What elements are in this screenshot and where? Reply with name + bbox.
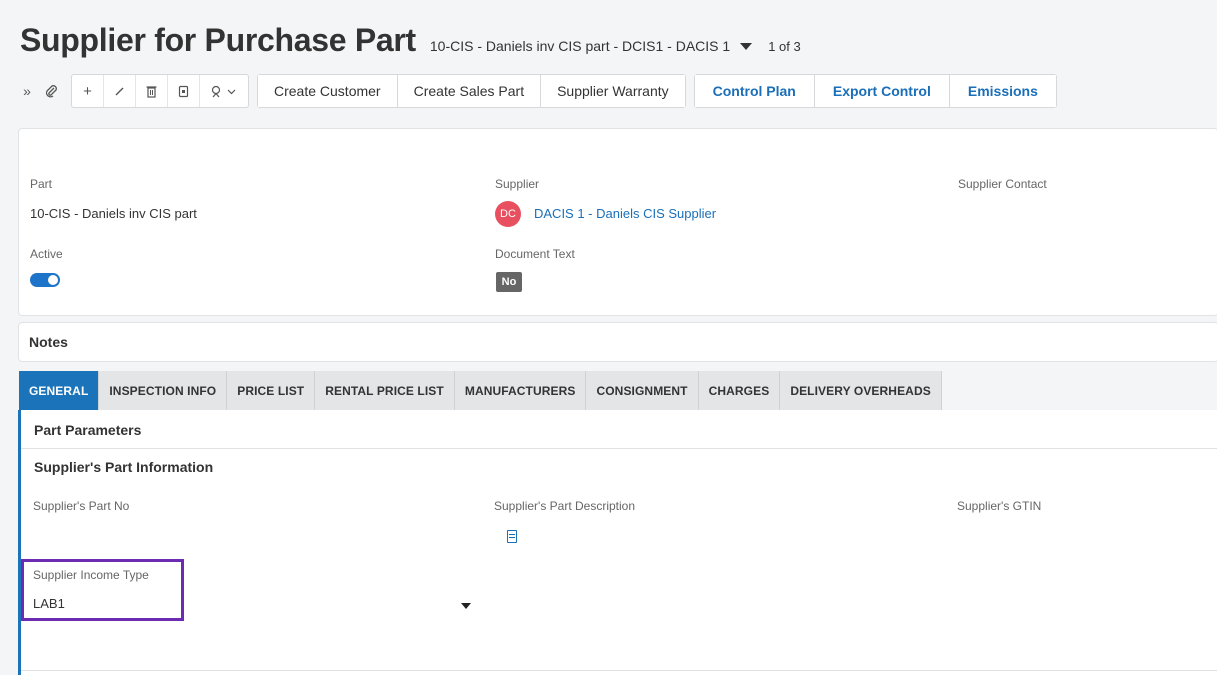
page-header: Supplier for Purchase Part 10-CIS - Dani…	[20, 22, 801, 59]
part-label: Part	[30, 177, 53, 191]
divider	[21, 670, 1217, 671]
document-icon[interactable]	[507, 530, 517, 543]
record-selector-label: 10-CIS - Daniels inv CIS part - DCIS1 - …	[429, 38, 731, 54]
navigation-links: Control Plan Export Control Emissions	[693, 74, 1057, 108]
page-title: Supplier for Purchase Part	[20, 22, 416, 58]
general-panel: Part Parameters Supplier's Part Informat…	[18, 410, 1217, 675]
tab-bar: GENERAL INSPECTION INFO PRICE LIST RENTA…	[19, 371, 942, 410]
active-label: Active	[30, 247, 63, 261]
record-count: 1 of 3	[768, 39, 801, 54]
attachment-icon[interactable]	[39, 75, 63, 107]
record-selector[interactable]: 10-CIS - Daniels inv CIS part - DCIS1 - …	[429, 38, 753, 54]
create-customer-button[interactable]: Create Customer	[258, 75, 398, 107]
export-control-link[interactable]: Export Control	[814, 75, 950, 107]
control-plan-link[interactable]: Control Plan	[694, 75, 815, 107]
notes-section[interactable]: Notes	[18, 322, 1217, 362]
tab-general[interactable]: GENERAL	[19, 371, 100, 410]
suppliers-part-description-label: Supplier's Part Description	[494, 499, 636, 513]
suppliers-part-info-heading[interactable]: Supplier's Part Information	[34, 459, 213, 475]
active-toggle[interactable]	[30, 273, 60, 287]
expand-icon[interactable]: »	[15, 75, 39, 107]
supplier-warranty-button[interactable]: Supplier Warranty	[541, 75, 685, 107]
tab-inspection-info[interactable]: INSPECTION INFO	[99, 371, 228, 410]
duplicate-icon[interactable]	[168, 75, 200, 107]
part-parameters-heading[interactable]: Part Parameters	[34, 422, 141, 438]
document-text-badge: No	[496, 272, 522, 292]
suppliers-part-no-label: Supplier's Part No	[33, 499, 130, 513]
command-group: Create Customer Create Sales Part Suppli…	[257, 74, 686, 108]
tab-manufacturers[interactable]: MANUFACTURERS	[455, 371, 587, 410]
document-text-label: Document Text	[495, 247, 575, 261]
notes-title: Notes	[29, 334, 68, 350]
tab-price-list[interactable]: PRICE LIST	[227, 371, 316, 410]
delete-icon[interactable]	[136, 75, 168, 107]
divider	[21, 448, 1217, 449]
tab-consignment[interactable]: CONSIGNMENT	[586, 371, 699, 410]
toolbar: » + Create Customer Create Sales Part Su…	[15, 74, 1057, 108]
edit-icon[interactable]	[104, 75, 136, 107]
create-sales-part-button[interactable]: Create Sales Part	[397, 75, 542, 107]
chevron-down-icon[interactable]	[740, 42, 753, 50]
supplier-label: Supplier	[495, 177, 540, 191]
tab-charges[interactable]: CHARGES	[699, 371, 781, 410]
highlight-box	[21, 559, 184, 621]
details-card: Part 10-CIS - Daniels inv CIS part Suppl…	[18, 128, 1217, 316]
record-actions: +	[71, 74, 249, 108]
supplier-link[interactable]: DACIS 1 - Daniels CIS Supplier	[534, 206, 716, 221]
chevron-down-icon[interactable]	[461, 603, 471, 609]
supplier-contact-label: Supplier Contact	[958, 177, 1047, 191]
part-value: 10-CIS - Daniels inv CIS part	[30, 206, 197, 221]
tab-rental-price-list[interactable]: RENTAL PRICE LIST	[315, 371, 455, 410]
emissions-link[interactable]: Emissions	[949, 75, 1056, 107]
avatar: DC	[495, 201, 521, 227]
tab-delivery-overheads[interactable]: DELIVERY OVERHEADS	[780, 371, 942, 410]
suppliers-gtin-label: Supplier's GTIN	[957, 499, 1042, 513]
add-icon[interactable]: +	[72, 75, 104, 107]
follow-icon[interactable]	[200, 75, 248, 107]
